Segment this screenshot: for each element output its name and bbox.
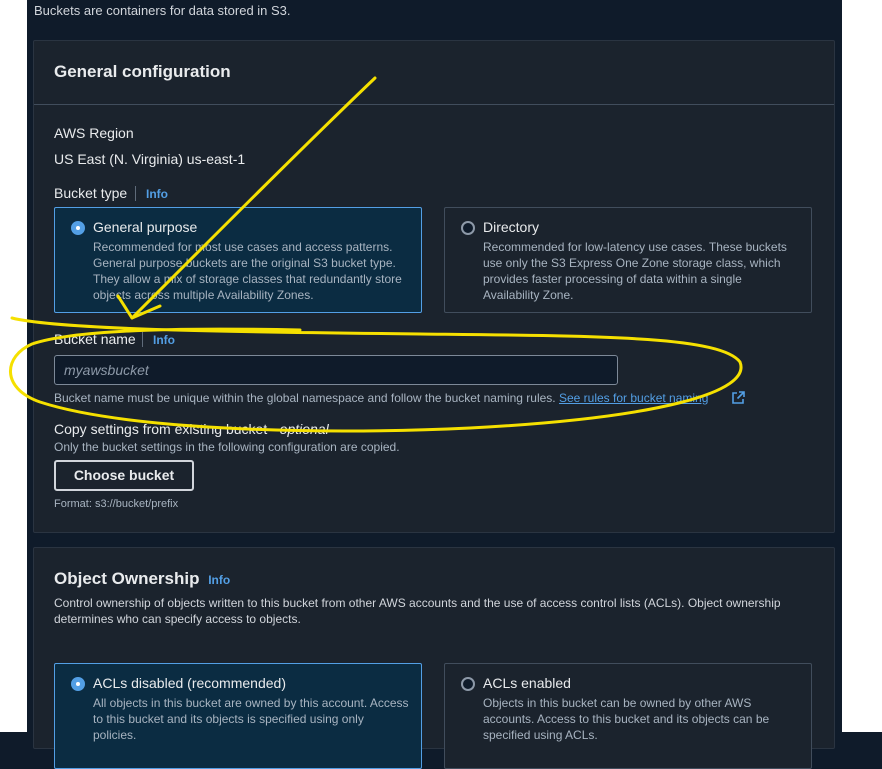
tile-title: ACLs enabled — [483, 675, 571, 691]
page-description: Buckets are containers for data stored i… — [34, 3, 291, 18]
right-margin — [842, 0, 882, 732]
label-divider — [135, 186, 136, 201]
bucket-type-general-purpose[interactable]: General purpose Recommended for most use… — [54, 207, 422, 313]
bucket-name-info-link[interactable]: Info — [153, 333, 175, 347]
object-ownership-info-link[interactable]: Info — [208, 573, 230, 587]
radio-acls-disabled[interactable] — [71, 677, 85, 691]
external-link-icon[interactable] — [731, 391, 745, 405]
object-ownership-title-text: Object Ownership — [54, 569, 200, 588]
panel-header: General configuration — [34, 41, 834, 105]
tile-description: Recommended for low-latency use cases. T… — [483, 240, 787, 302]
label-divider — [142, 332, 143, 347]
choose-bucket-button[interactable]: Choose bucket — [54, 460, 194, 491]
copy-settings-label-text: Copy settings from existing bucket - — [54, 421, 280, 437]
aws-region-label: AWS Region — [54, 125, 134, 141]
tile-description: Objects in this bucket can be owned by o… — [483, 696, 770, 742]
bucket-name-hint-text: Bucket name must be unique within the gl… — [54, 391, 556, 405]
radio-directory[interactable] — [461, 221, 475, 235]
bucket-type-label: Bucket type — [54, 185, 128, 201]
tile-title: ACLs disabled (recommended) — [93, 675, 286, 691]
radio-acls-enabled[interactable] — [461, 677, 475, 691]
bucket-type-directory[interactable]: Directory Recommended for low-latency us… — [444, 207, 812, 313]
left-margin — [0, 0, 27, 732]
ownership-acls-disabled[interactable]: ACLs disabled (recommended) All objects … — [54, 663, 422, 769]
object-ownership-panel: Object Ownership Info Control ownership … — [33, 547, 835, 769]
copy-settings-hint: Only the bucket settings in the followin… — [54, 440, 400, 454]
optional-tag: optional — [279, 421, 329, 437]
object-ownership-description: Control ownership of objects written to … — [54, 596, 781, 626]
tile-title: General purpose — [93, 219, 198, 235]
bucket-type-info-link[interactable]: Info — [146, 187, 168, 201]
panel-title: General configuration — [54, 62, 231, 81]
bucket-name-hint: Bucket name must be unique within the gl… — [54, 391, 708, 405]
object-ownership-title: Object Ownership Info — [54, 569, 230, 589]
tile-description: Recommended for most use cases and acces… — [93, 240, 402, 302]
ownership-acls-enabled[interactable]: ACLs enabled Objects in this bucket can … — [444, 663, 812, 769]
bucket-naming-rules-link[interactable]: See rules for bucket naming — [559, 391, 708, 405]
tile-description: All objects in this bucket are owned by … — [93, 696, 409, 742]
tile-title: Directory — [483, 219, 540, 235]
bucket-name-input[interactable]: myawsbucket — [54, 355, 618, 385]
copy-settings-label: Copy settings from existing bucket - opt… — [54, 421, 329, 437]
radio-general-purpose[interactable] — [71, 221, 85, 235]
aws-region-value: US East (N. Virginia) us-east-1 — [54, 151, 246, 167]
format-hint: Format: s3://bucket/prefix — [54, 498, 179, 510]
bucket-name-label: Bucket name — [54, 331, 136, 347]
general-configuration-panel: General configuration AWS Region US East… — [33, 40, 835, 533]
